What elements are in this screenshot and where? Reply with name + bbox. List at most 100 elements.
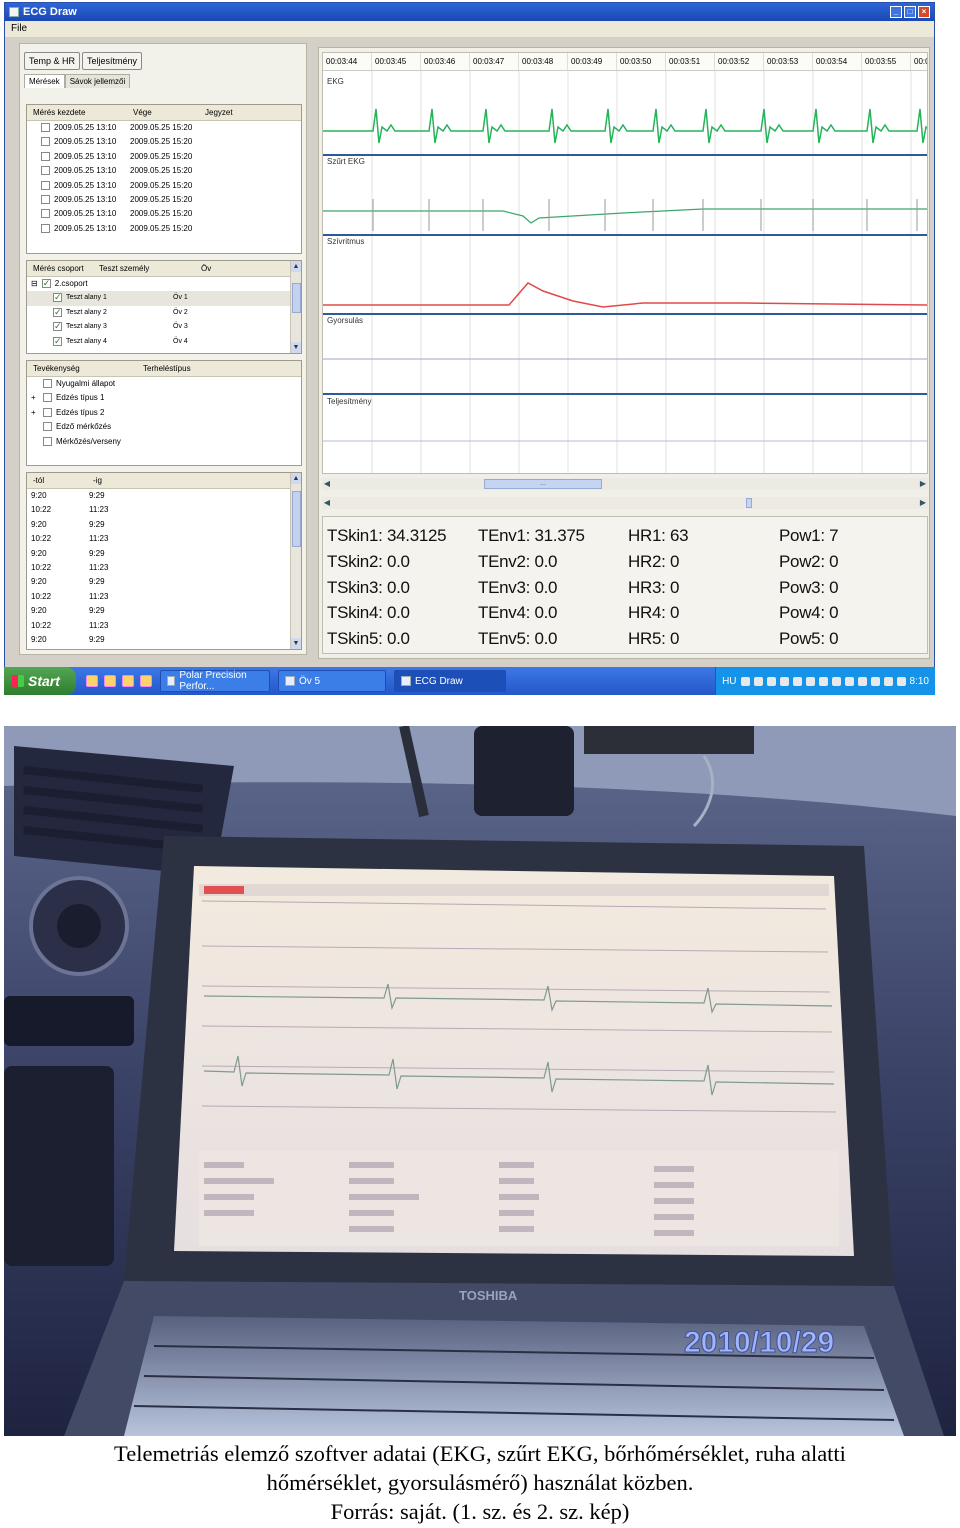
expand-toggle[interactable]: + [31,406,41,420]
measurement-row[interactable]: 2009.05.25 13:10 2009.05.25 15:20 [27,179,301,193]
col-jegyzet[interactable]: Jegyzet [199,105,233,120]
tab-savok-jellemzoi[interactable]: Sávok jellemzői [64,74,131,88]
measurement-checkbox[interactable] [41,209,50,219]
tray-icon[interactable] [883,676,893,686]
scroll-thumb[interactable]: ... [484,479,602,489]
activity-row[interactable]: + Edzés típus 2 [27,406,301,420]
time-row[interactable]: 10:22 11:23 [27,561,301,575]
teljesitmeny-button[interactable]: Teljesítmény [82,52,143,70]
start-button[interactable]: Start [4,667,76,695]
time-row[interactable]: 10:22 11:23 [27,619,301,633]
measurement-checkbox[interactable] [41,123,50,132]
measurement-row[interactable]: 2009.05.25 13:10 2009.05.25 15:20 [27,121,301,135]
col-tevekenyseg[interactable]: Tevékenység [27,361,137,376]
tray-icon[interactable] [870,676,880,686]
expand-toggle[interactable]: + [31,391,41,405]
scroll-thumb[interactable] [292,283,301,313]
maximize-button[interactable]: □ [904,6,916,18]
quicklaunch-icon[interactable] [140,675,152,687]
language-indicator[interactable]: HU [722,676,736,687]
member-checkbox[interactable] [53,319,62,333]
time-row[interactable]: 9:20 9:29 [27,518,301,532]
time-row[interactable]: 9:20 9:29 [27,633,301,647]
measurement-row[interactable]: 2009.05.25 13:10 2009.05.25 15:20 [27,135,301,149]
time-scrollbar[interactable]: ▲ ▼ [290,473,301,649]
measurement-checkbox[interactable] [41,194,50,204]
expand-toggle[interactable] [31,435,41,449]
tray-icon[interactable] [831,676,841,686]
activity-checkbox[interactable] [43,379,52,388]
scroll-thumb[interactable] [746,498,752,508]
scroll-right-icon[interactable]: ▶ [918,497,928,509]
time-row[interactable]: 10:22 11:23 [27,532,301,546]
task-ov5[interactable]: Öv 5 [278,670,386,692]
col-vege[interactable]: Vége [127,105,199,120]
tray-icon[interactable] [844,676,854,686]
scroll-left-icon[interactable]: ◀ [322,478,332,490]
scroll-down-icon[interactable]: ▼ [291,638,301,649]
expand-toggle[interactable] [31,377,41,391]
group-member-row[interactable]: Teszt alany 1 Öv 1 [27,290,301,306]
col-meres-csoport[interactable]: Mérés csoport [27,261,93,276]
measurement-row[interactable]: 2009.05.25 13:10 2009.05.25 15:20 [27,164,301,178]
measurement-row[interactable]: 2009.05.25 13:10 2009.05.25 15:20 [27,207,301,221]
tab-meresek[interactable]: Mérések [24,74,65,88]
time-scrollbar-horizontal[interactable]: ◀ ... ▶ [322,478,928,490]
quicklaunch-icon[interactable] [86,675,98,687]
measurement-checkbox[interactable] [41,137,50,147]
scroll-thumb[interactable] [292,491,301,547]
group-row[interactable]: ⊟ 2.csoport [27,276,301,291]
measurement-checkbox[interactable] [41,223,50,233]
time-row[interactable]: 10:22 11:23 [27,503,301,517]
activity-checkbox[interactable] [43,393,52,403]
tray-icon[interactable] [792,676,802,686]
tray-icon[interactable] [740,676,750,686]
col-ig[interactable]: -ig [87,473,102,488]
col-terhelestipus[interactable]: Terheléstípus [137,361,191,376]
expand-toggle[interactable] [31,420,41,434]
tray-icon[interactable] [779,676,789,686]
scroll-up-icon[interactable]: ▲ [291,473,301,484]
time-row[interactable]: 10:22 11:23 [27,590,301,604]
scroll-down-icon[interactable]: ▼ [291,342,301,353]
measurement-row[interactable]: 2009.05.25 13:10 2009.05.25 15:20 [27,150,301,164]
scroll-right-icon[interactable]: ▶ [918,478,928,490]
quicklaunch-icon[interactable] [104,675,116,687]
activity-checkbox[interactable] [43,407,52,417]
measurement-checkbox[interactable] [41,180,50,190]
measurement-checkbox[interactable] [41,151,50,161]
activity-checkbox[interactable] [43,422,52,432]
col-ov[interactable]: Öv [195,261,211,276]
tray-icon[interactable] [766,676,776,686]
menu-file[interactable]: File [11,23,27,34]
activity-row[interactable]: + Edzés típus 1 [27,391,301,405]
member-checkbox[interactable] [53,290,62,304]
zoom-scrollbar-horizontal[interactable]: ◀ ▶ [322,497,928,509]
measurement-checkbox[interactable] [41,166,50,176]
tray-icon[interactable] [896,676,906,686]
group-member-row[interactable]: Teszt alany 4 Öv 4 [27,334,301,349]
member-checkbox[interactable] [53,334,62,348]
time-row[interactable]: 9:20 9:29 [27,547,301,561]
scroll-up-icon[interactable]: ▲ [291,261,301,272]
col-teszt-szemely[interactable]: Teszt személy [93,261,195,276]
task-polar[interactable]: Polar Precision Perfor... [160,670,270,692]
group-member-row[interactable]: Teszt alany 2 Öv 2 [27,305,301,320]
member-checkbox[interactable] [53,305,62,319]
group-member-row[interactable]: Teszt alany 3 Öv 3 [27,319,301,334]
close-button[interactable]: × [918,6,930,18]
time-row[interactable]: 9:20 9:29 [27,604,301,618]
scroll-left-icon[interactable]: ◀ [322,497,332,509]
group-checkbox[interactable] [41,276,51,290]
collapse-toggle[interactable]: ⊟ [31,277,38,291]
time-row[interactable]: 9:20 9:29 [27,489,301,503]
tray-icon[interactable] [805,676,815,686]
col-meres-kezdete[interactable]: Mérés kezdete [27,105,127,120]
task-ecg-draw[interactable]: ECG Draw [394,670,506,692]
activity-row[interactable]: Nyugalmi állapot [27,377,301,391]
group-scrollbar[interactable]: ▲ ▼ [290,261,301,353]
minimize-button[interactable]: _ [890,6,902,18]
time-row[interactable]: 9:20 9:29 [27,575,301,589]
tray-icon[interactable] [818,676,828,686]
measurement-row[interactable]: 2009.05.25 13:10 2009.05.25 15:20 [27,193,301,207]
